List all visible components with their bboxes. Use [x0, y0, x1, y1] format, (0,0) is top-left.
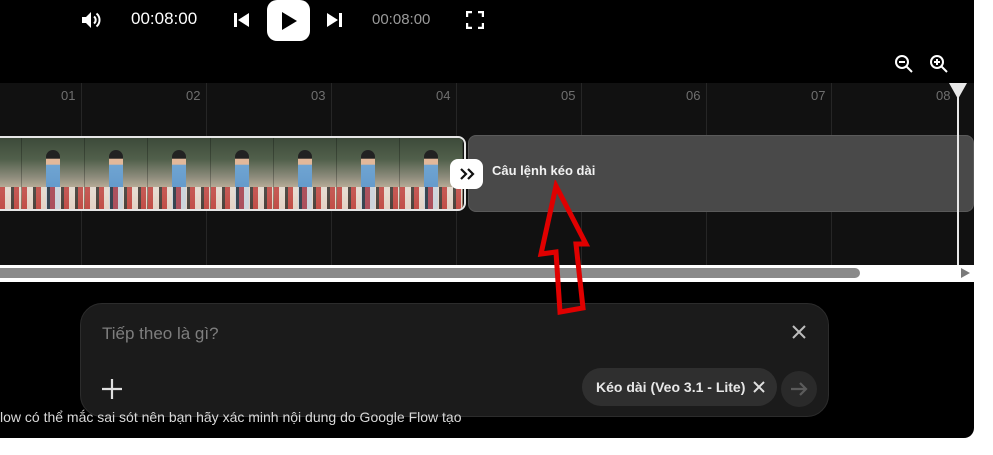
close-icon[interactable]: [791, 324, 807, 340]
extend-button[interactable]: [450, 159, 483, 189]
player-controls: 00:08:00 00:08:00: [0, 0, 974, 42]
disclaimer-text: low có thể mắc sai sót nên bạn hãy xác m…: [0, 409, 462, 425]
tick-label: 02: [186, 88, 201, 103]
clip-frame: [22, 138, 85, 209]
scroll-right-arrow-icon[interactable]: [961, 268, 970, 278]
prompt-input[interactable]: [102, 324, 702, 344]
flow-editor: 00:08:00 00:08:00 01 02 03 04 05 06 07 0…: [0, 0, 974, 438]
tick-label: 03: [311, 88, 326, 103]
video-clip[interactable]: [0, 136, 466, 211]
current-time: 00:08:00: [131, 9, 198, 28]
mode-chip-label: Kéo dài (Veo 3.1 - Lite): [596, 379, 746, 395]
clip-frame: [274, 138, 337, 209]
zoom-in-icon[interactable]: [929, 54, 951, 76]
extend-clip-label: Câu lệnh kéo dài: [492, 163, 596, 178]
prompt-box: Kéo dài (Veo 3.1 - Lite): [80, 303, 829, 417]
duration-time: 00:08:00: [372, 11, 431, 28]
chip-close-icon[interactable]: [753, 381, 766, 393]
clip-frame: [148, 138, 211, 209]
add-icon[interactable]: [101, 378, 123, 400]
tick-label: 06: [686, 88, 701, 103]
play-icon: [281, 11, 297, 30]
skip-next-icon[interactable]: [324, 10, 344, 30]
clip-frame: [85, 138, 148, 209]
clip-frame: [0, 138, 22, 209]
playhead-handle[interactable]: [949, 83, 967, 99]
fullscreen-icon[interactable]: [465, 10, 485, 30]
play-button[interactable]: [267, 0, 310, 41]
playhead[interactable]: [957, 83, 959, 265]
timeline[interactable]: 01 02 03 04 05 06 07 08 Câu lệnh kéo dài: [0, 83, 974, 265]
mode-chip[interactable]: Kéo dài (Veo 3.1 - Lite): [582, 368, 778, 406]
clip-frame: [211, 138, 274, 209]
tick-label: 07: [811, 88, 826, 103]
scrollbar-thumb[interactable]: [0, 268, 860, 278]
skip-previous-icon[interactable]: [232, 10, 252, 30]
annotation-arrow-icon: [537, 180, 591, 315]
clip-frame: [337, 138, 400, 209]
tick-label: 01: [61, 88, 76, 103]
volume-icon[interactable]: [80, 8, 104, 32]
zoom-out-icon[interactable]: [894, 54, 916, 76]
tick-label: 05: [561, 88, 576, 103]
tick-label: 04: [436, 88, 451, 103]
timeline-scrollbar[interactable]: [0, 265, 974, 282]
arrow-right-icon: [791, 382, 808, 396]
time-ruler[interactable]: 01 02 03 04 05 06 07 08: [0, 83, 974, 109]
send-button[interactable]: [781, 371, 817, 407]
double-chevron-right-icon: [459, 168, 475, 180]
